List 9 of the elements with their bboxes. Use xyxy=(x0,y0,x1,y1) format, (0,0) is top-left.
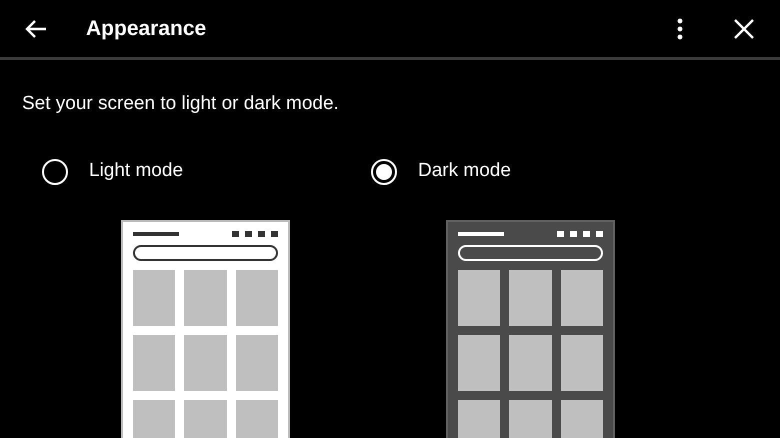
option-label[interactable]: Light mode xyxy=(89,157,184,186)
close-icon xyxy=(734,18,754,38)
option-label[interactable]: Dark mode xyxy=(418,157,511,186)
more-options-icon xyxy=(677,18,683,40)
page-title: Appearance xyxy=(86,16,206,42)
radio-button[interactable] xyxy=(42,158,68,184)
back-arrow-icon xyxy=(24,18,48,38)
radio-button[interactable] xyxy=(371,158,397,184)
description-text: Set your screen to light or dark mode. xyxy=(22,92,340,116)
